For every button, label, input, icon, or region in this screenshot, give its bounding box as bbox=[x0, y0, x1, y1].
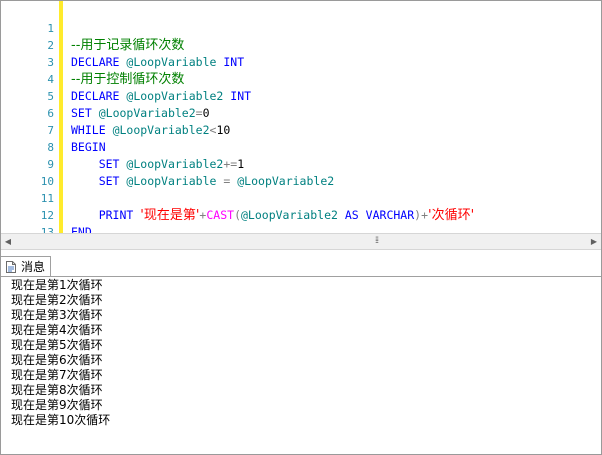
tab-label: 消息 bbox=[21, 260, 46, 274]
message-line: 现在是第5次循环 bbox=[11, 338, 103, 352]
code-line-14[interactable]: 14 bbox=[1, 224, 601, 233]
message-line: 现在是第4次循环 bbox=[11, 323, 103, 337]
code-line-3[interactable]: 3 --用于控制循环次数 bbox=[1, 37, 601, 87]
grip-icon[interactable]: ⁞⁞ bbox=[375, 237, 385, 246]
code-line-6[interactable]: 6 WHILE @LoopVariable2<10 bbox=[1, 88, 601, 137]
code-line-8[interactable]: 8 SET @LoopVariable2+=1 bbox=[1, 122, 601, 171]
message-line: 现在是第6次循环 bbox=[11, 353, 103, 367]
code-line-11[interactable]: 11 PRINT '现在是第'+CAST(@LoopVariable2 AS V… bbox=[1, 173, 601, 223]
message-line: 现在是第8次循环 bbox=[11, 383, 103, 397]
message-line: 现在是第2次循环 bbox=[11, 293, 103, 307]
code-line-5[interactable]: 5 SET @LoopVariable2=0 bbox=[1, 71, 601, 120]
sql-editor[interactable]: 1 --用于记录循环次数 2 DECLARE @LoopVariable INT… bbox=[1, 1, 601, 233]
results-tab-bar: 消息 bbox=[1, 256, 601, 277]
code-line-12[interactable]: 12 END bbox=[1, 190, 601, 233]
code-line-9[interactable]: 9 SET @LoopVariable = @LoopVariable2 bbox=[1, 139, 601, 188]
message-line: 现在是第10次循环 bbox=[11, 413, 111, 427]
code-line-1[interactable]: 1 --用于记录循环次数 bbox=[1, 3, 601, 53]
code-line-2[interactable]: 2 DECLARE @LoopVariable INT bbox=[1, 20, 601, 69]
arrow-left-icon[interactable]: ◀ bbox=[3, 237, 13, 247]
messages-panel[interactable]: 现在是第1次循环 现在是第2次循环 现在是第3次循环 现在是第4次循环 现在是第… bbox=[1, 277, 601, 454]
message-line: 现在是第1次循环 bbox=[11, 278, 103, 292]
message-line: 现在是第9次循环 bbox=[11, 398, 103, 412]
message-page-icon bbox=[6, 261, 16, 273]
code-line-13[interactable]: 13 bbox=[1, 207, 601, 233]
arrow-right-icon[interactable]: ▶ bbox=[589, 237, 599, 247]
tab-messages[interactable]: 消息 bbox=[1, 256, 51, 276]
query-window: 1 --用于记录循环次数 2 DECLARE @LoopVariable INT… bbox=[0, 0, 602, 455]
code-line-4[interactable]: 4 DECLARE @LoopVariable2 INT bbox=[1, 54, 601, 103]
horizontal-scrollbar[interactable]: ◀ ⁞⁞ ▶ bbox=[1, 233, 601, 250]
code-lines: 1 --用于记录循环次数 2 DECLARE @LoopVariable INT… bbox=[1, 3, 601, 233]
message-line: 现在是第7次循环 bbox=[11, 368, 103, 382]
message-line: 现在是第3次循环 bbox=[11, 308, 103, 322]
code-line-10[interactable]: 10 bbox=[1, 156, 601, 188]
code-line-7[interactable]: 7 BEGIN bbox=[1, 105, 601, 154]
